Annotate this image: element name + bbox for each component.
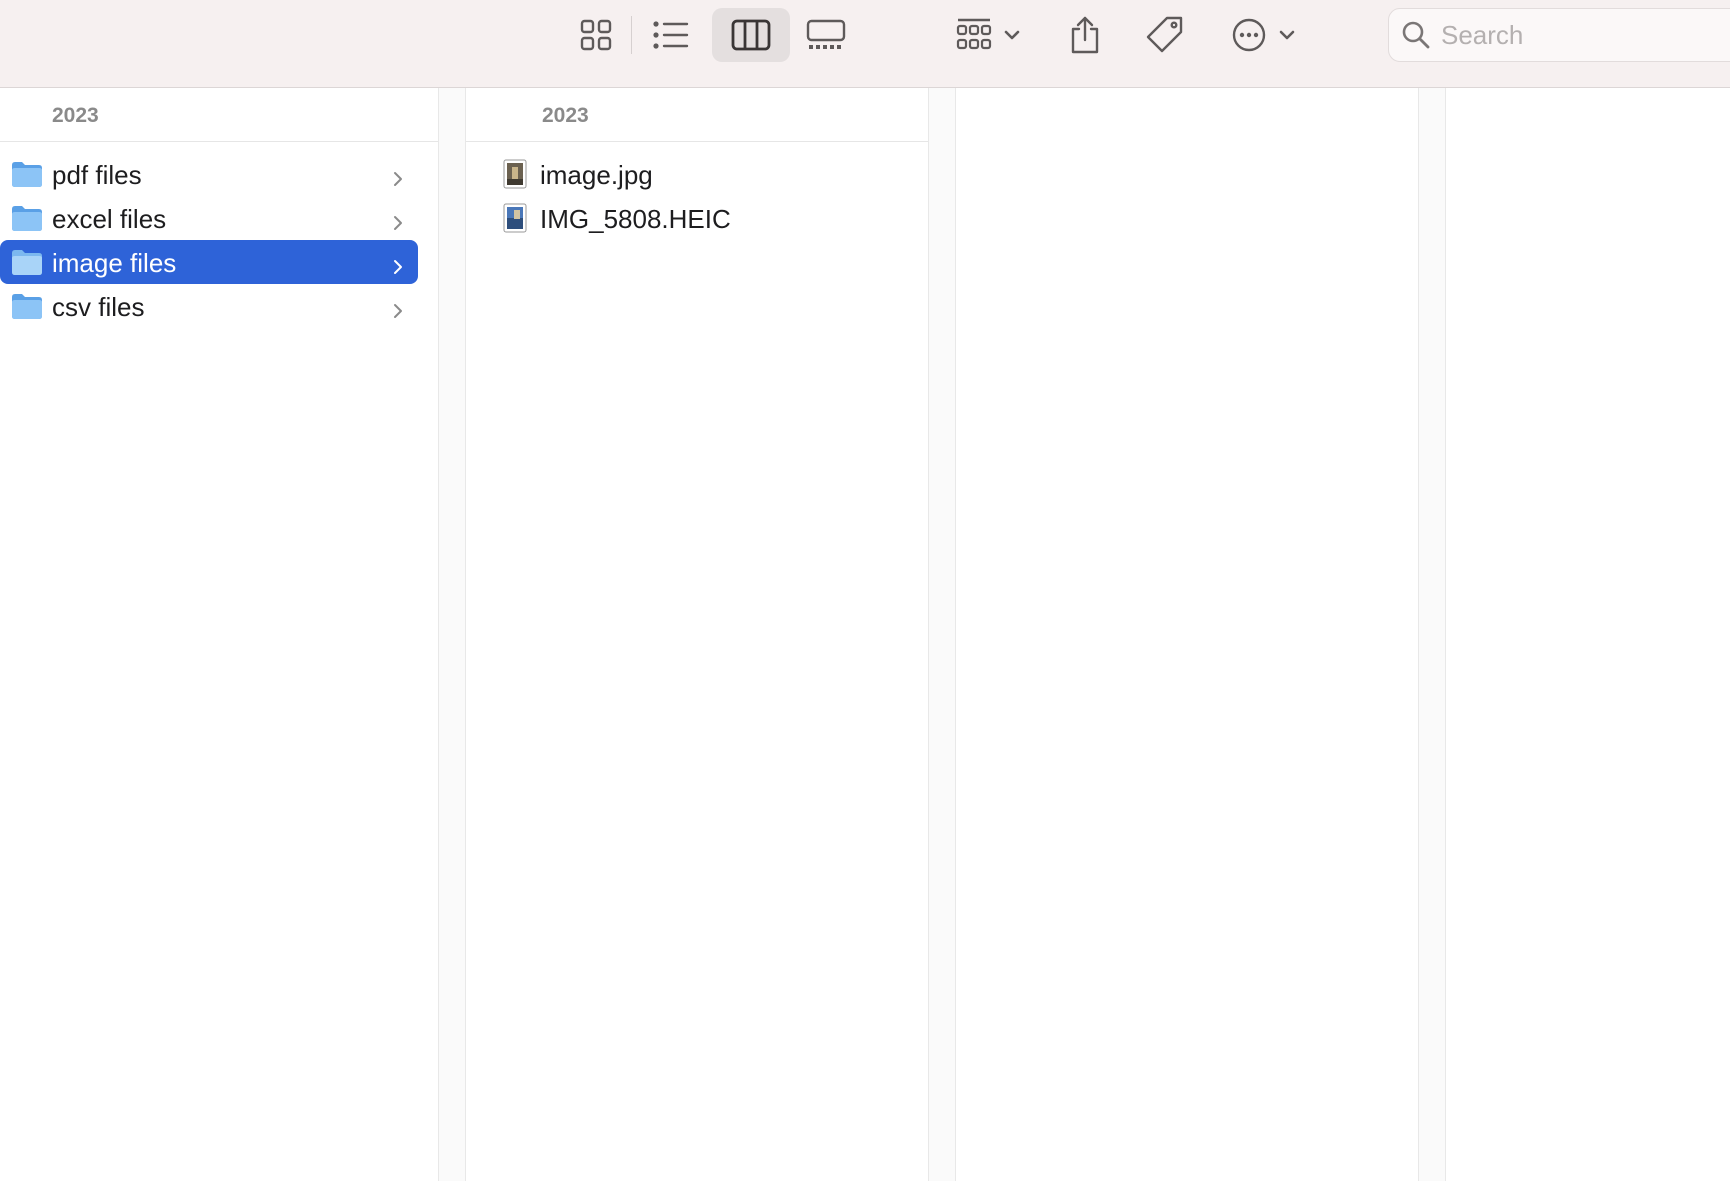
tag-icon [1146,16,1183,53]
folder-row-excel-files[interactable]: excel files [0,196,418,240]
folder-column-3 [956,88,1418,1181]
column-resize-handle[interactable] [1418,88,1446,1181]
image-thumbnail-icon [503,159,527,196]
folder-row-image-files[interactable]: image files [0,240,418,284]
column-header: 2023 [466,88,928,142]
gallery-view-button[interactable] [800,8,852,62]
folder-icon [11,248,43,283]
icon-view-button[interactable] [568,8,624,62]
share-button[interactable] [1062,8,1108,62]
file-row-img-5808-heic[interactable]: IMG_5808.HEIC [466,196,926,240]
column-resize-handle[interactable] [438,88,466,1181]
group-by-button[interactable] [950,8,1030,62]
list-icon [653,21,689,49]
file-label: IMG_5808.HEIC [540,204,731,234]
column-resize-handle[interactable] [928,88,956,1181]
chevron-right-icon [392,252,404,283]
folder-row-pdf-files[interactable]: pdf files [0,152,418,196]
folder-column-4 [1446,88,1730,1181]
search-field[interactable] [1388,8,1730,62]
file-row-image-jpg[interactable]: image.jpg [466,152,926,196]
ellipsis-circle-icon [1232,18,1295,52]
chevron-right-icon [392,296,404,327]
folder-icon [11,292,43,327]
toolbar-divider [631,16,632,54]
folder-label: image files [52,248,177,278]
column-header-label: 2023 [52,104,99,127]
grid-icon [580,19,612,51]
image-thumbnail-icon [503,203,527,240]
chevron-right-icon [392,164,404,195]
tag-button[interactable] [1140,8,1190,62]
column-view-button[interactable] [712,8,790,62]
folder-label: csv files [52,292,145,322]
share-icon [1071,16,1099,54]
chevron-right-icon [392,208,404,239]
columns-icon [731,19,771,51]
column-header: 2023 [0,88,438,142]
column-header-label: 2023 [542,104,589,127]
folder-icon [11,204,43,239]
group-by-icon [956,18,1020,50]
folder-label: pdf files [52,160,142,190]
list-view-button[interactable] [642,8,700,62]
more-actions-button[interactable] [1226,8,1302,62]
folder-row-csv-files[interactable]: csv files [0,284,418,328]
gallery-icon [806,19,846,49]
folder-icon [11,160,43,195]
folder-column-1: 2023 pdf files excel files image files c… [0,88,438,1181]
search-input[interactable] [1441,19,1730,51]
folder-column-2: 2023 image.jpg IMG_5808.HEIC [466,88,928,1181]
file-label: image.jpg [540,160,653,190]
search-icon [1401,20,1431,50]
folder-label: excel files [52,204,167,234]
toolbar [0,0,1730,88]
